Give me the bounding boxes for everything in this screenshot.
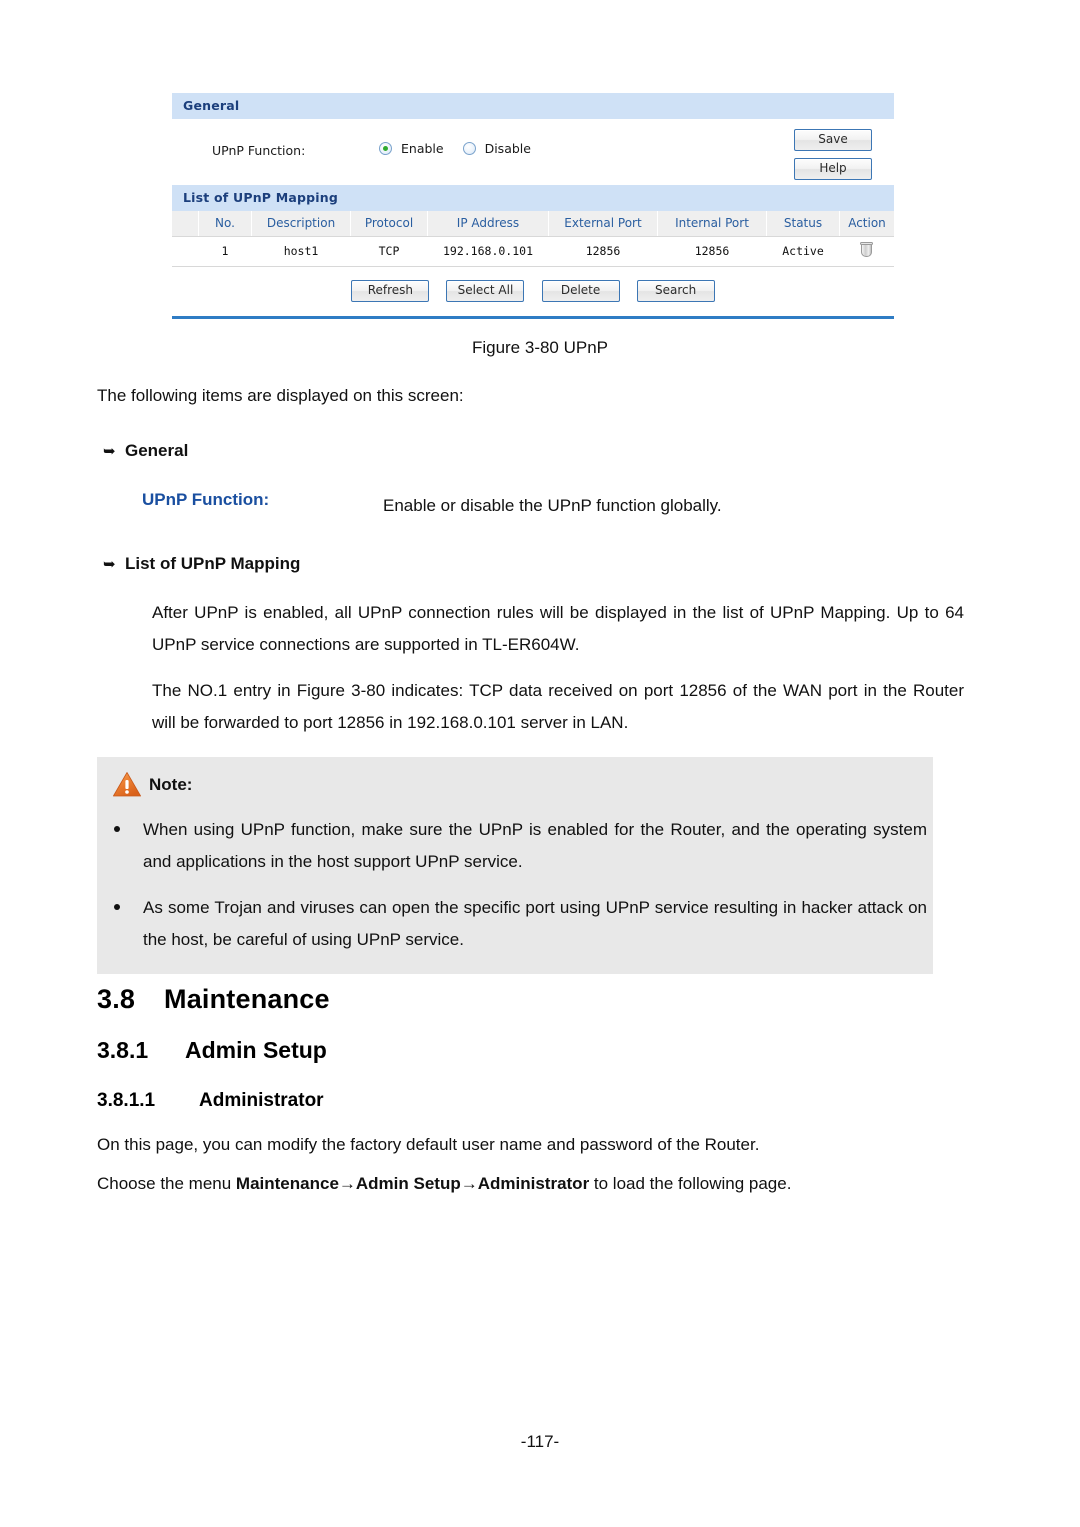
table-header-internal-port: Internal Port bbox=[657, 211, 767, 237]
list-action-buttons: Refresh Select All Delete Search bbox=[172, 267, 894, 316]
note-item-text: As some Trojan and viruses can open the … bbox=[143, 898, 927, 949]
note-header: Note: bbox=[97, 771, 933, 798]
heading-3-8-1-1-number: 3.8.1.1 bbox=[97, 1090, 156, 1111]
table-header-protocol: Protocol bbox=[350, 211, 428, 237]
save-button[interactable]: Save bbox=[794, 129, 872, 151]
cell-external-port: 12856 bbox=[548, 236, 658, 267]
page-number: -117- bbox=[520, 1432, 560, 1451]
bullet-heading-general: ➥ General bbox=[103, 441, 188, 461]
help-button[interactable]: Help bbox=[794, 158, 872, 180]
select-all-button[interactable]: Select All bbox=[446, 280, 525, 302]
upnp-function-label: UPnP Function: bbox=[212, 143, 306, 158]
radio-disable[interactable] bbox=[462, 142, 476, 155]
table-row: 1 host1 TCP 192.168.0.101 12856 12856 Ac… bbox=[172, 236, 894, 267]
radio-disable-label: Disable bbox=[484, 141, 531, 156]
heading-3-8: 3.8 Maintenance bbox=[97, 984, 330, 1015]
upnp-function-radio-group: Enable Disable bbox=[379, 141, 541, 156]
heading-3-8-1: 3.8.1 Admin Setup bbox=[97, 1037, 327, 1064]
arrow-bullet-icon: ➥ bbox=[103, 556, 116, 573]
note-list-item: As some Trojan and viruses can open the … bbox=[97, 892, 933, 956]
table-header-ip-address: IP Address bbox=[427, 211, 549, 237]
heading-3-8-1-1: 3.8.1.1 Administrator bbox=[97, 1090, 324, 1112]
radio-enable-label: Enable bbox=[401, 141, 444, 156]
cell-action bbox=[839, 236, 894, 267]
bullet-heading-list-label: List of UPnP Mapping bbox=[125, 554, 301, 573]
menu-path: Maintenance→Admin Setup→Administrator bbox=[235, 1174, 590, 1193]
trash-icon[interactable] bbox=[860, 242, 874, 257]
heading-3-8-title: Maintenance bbox=[164, 984, 330, 1014]
row-checkbox-cell[interactable] bbox=[172, 236, 199, 267]
radio-enable[interactable] bbox=[379, 142, 392, 155]
general-action-buttons: Save Help bbox=[794, 129, 872, 180]
router-ui-screenshot: General UPnP Function: Enable Disable Sa… bbox=[172, 93, 894, 319]
cell-description: host1 bbox=[251, 236, 351, 267]
table-header-row: No. Description Protocol IP Address Exte… bbox=[172, 211, 894, 237]
warning-triangle-icon bbox=[112, 771, 142, 798]
table-header-status: Status bbox=[766, 211, 840, 237]
trash-can bbox=[861, 245, 873, 257]
search-button[interactable]: Search bbox=[636, 280, 715, 302]
bullet-dot-icon bbox=[114, 904, 120, 910]
bullet-dot-icon bbox=[114, 826, 120, 832]
paragraph-upnp-enabled: After UPnP is enabled, all UPnP connecti… bbox=[152, 603, 964, 654]
table-header-external-port: External Port bbox=[548, 211, 658, 237]
cell-internal-port: 12856 bbox=[657, 236, 767, 267]
heading-3-8-1-title: Admin Setup bbox=[185, 1037, 327, 1063]
general-section-header: General bbox=[172, 93, 894, 119]
arrow-bullet-icon: ➥ bbox=[103, 443, 116, 460]
paragraph-modify-credentials: On this page, you can modify the factory… bbox=[97, 1135, 760, 1154]
table-header-action: Action bbox=[839, 211, 894, 237]
note-title: Note: bbox=[149, 774, 193, 794]
cell-status: Active bbox=[766, 236, 840, 267]
heading-3-8-1-number: 3.8.1 bbox=[97, 1037, 149, 1063]
table-header-description: Description bbox=[251, 211, 351, 237]
paragraph-no1-entry: The NO.1 entry in Figure 3-80 indicates:… bbox=[152, 681, 964, 732]
cell-no: 1 bbox=[198, 236, 252, 267]
heading-3-8-1-1-title: Administrator bbox=[199, 1090, 324, 1111]
list-of-upnp-mapping-header: List of UPnP Mapping bbox=[172, 185, 894, 211]
cell-ip-address: 192.168.0.101 bbox=[427, 236, 549, 267]
term-upnp-function: UPnP Function: bbox=[142, 490, 270, 509]
note-box: Note: When using UPnP function, make sur… bbox=[97, 757, 933, 974]
delete-button[interactable]: Delete bbox=[541, 280, 620, 302]
note-list-item: When using UPnP function, make sure the … bbox=[97, 814, 933, 878]
figure-caption: Figure 3-80 UPnP bbox=[471, 338, 609, 357]
document-page: General UPnP Function: Enable Disable Sa… bbox=[0, 0, 1080, 1527]
refresh-button[interactable]: Refresh bbox=[351, 280, 430, 302]
upnp-mapping-table: No. Description Protocol IP Address Exte… bbox=[172, 211, 894, 267]
note-item-text: When using UPnP function, make sure the … bbox=[143, 820, 927, 871]
cell-protocol: TCP bbox=[350, 236, 428, 267]
term-upnp-function-description: Enable or disable the UPnP function glob… bbox=[383, 496, 722, 515]
intro-paragraph: The following items are displayed on thi… bbox=[97, 386, 464, 405]
choose-menu-suffix: to load the following page. bbox=[589, 1174, 792, 1193]
table-header-no: No. bbox=[198, 211, 252, 237]
choose-menu-prefix: Choose the menu bbox=[97, 1174, 236, 1193]
bullet-heading-general-label: General bbox=[125, 441, 189, 460]
general-section-body: UPnP Function: Enable Disable Save Help bbox=[172, 119, 894, 185]
bullet-heading-list-of-upnp-mapping: ➥ List of UPnP Mapping bbox=[103, 554, 300, 574]
paragraph-choose-menu: Choose the menu Maintenance→Admin Setup→… bbox=[97, 1168, 977, 1200]
heading-3-8-number: 3.8 bbox=[97, 984, 136, 1014]
table-header-spacer bbox=[172, 211, 199, 237]
